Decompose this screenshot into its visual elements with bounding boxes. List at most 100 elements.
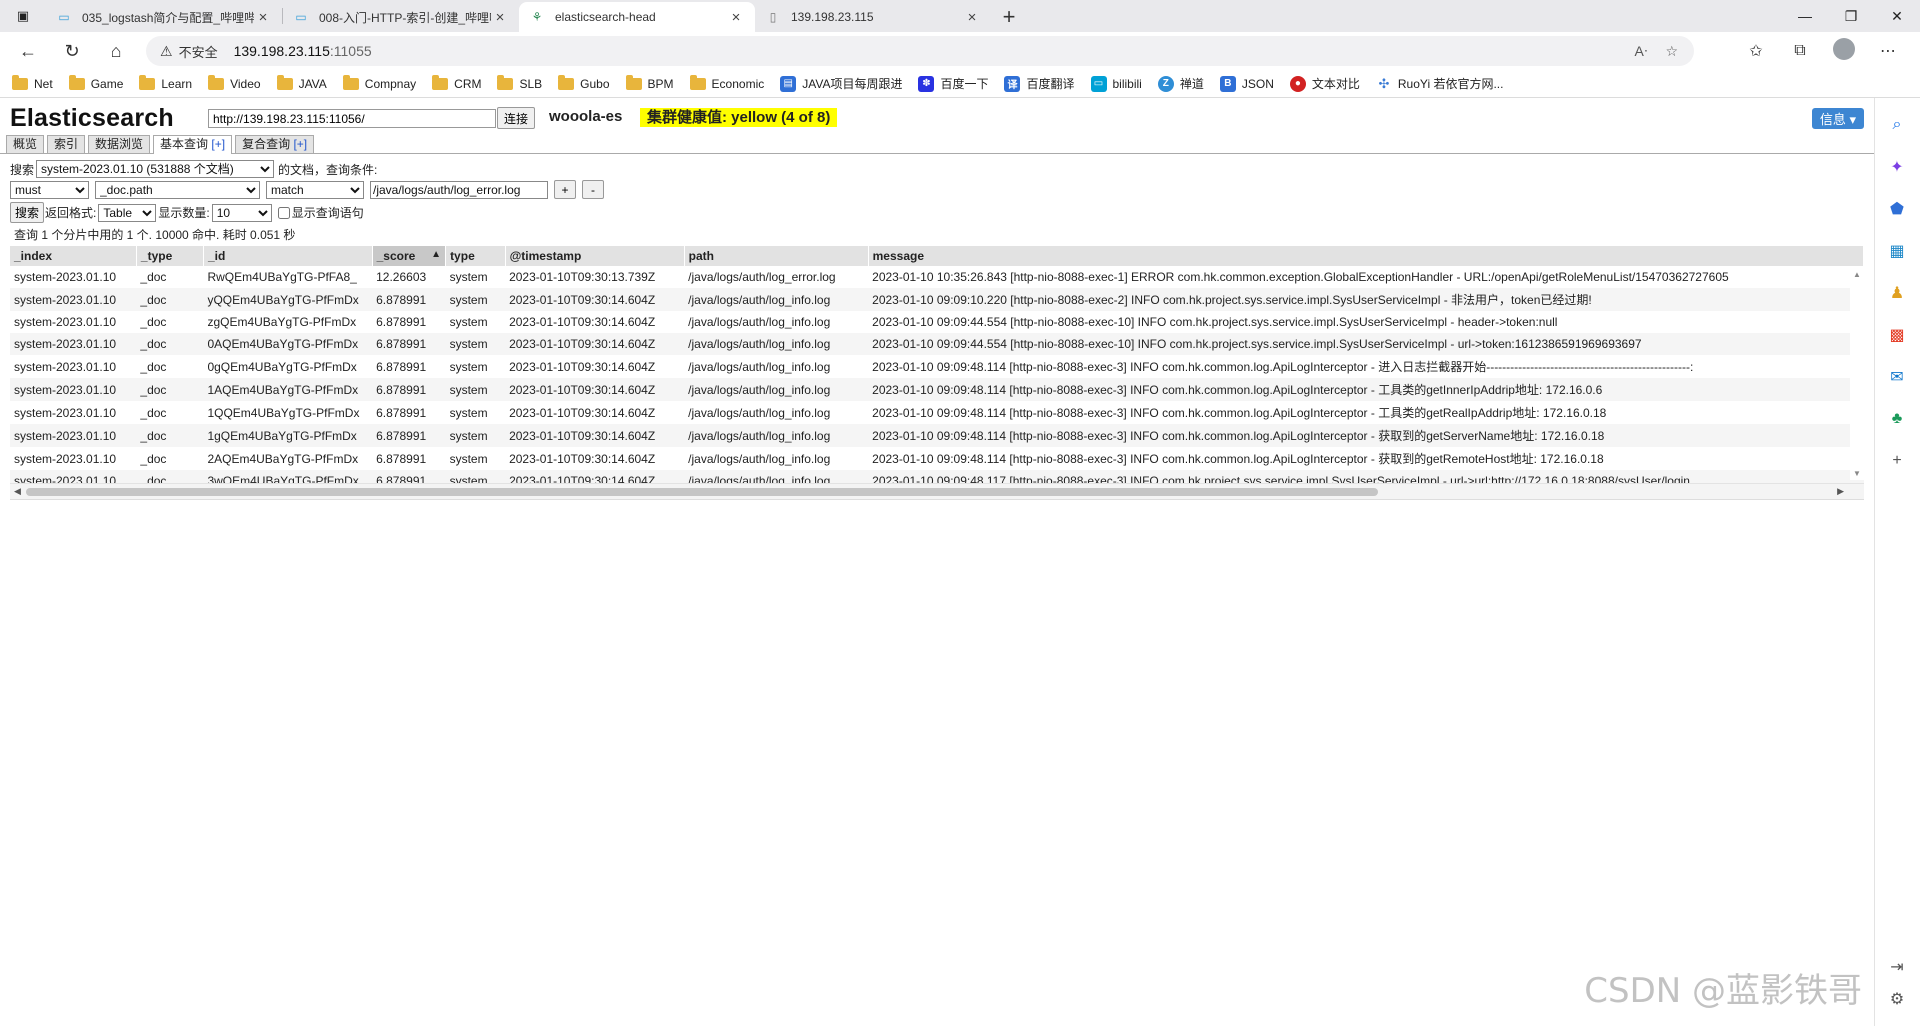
bool-select[interactable]: must xyxy=(10,180,89,199)
table-row[interactable]: system-2023.01.10 _doc 0AQEm4UBaYgTG-PfFmD… xyxy=(10,333,1864,355)
es-connect-url-input[interactable] xyxy=(208,109,496,128)
column-header[interactable]: type xyxy=(445,246,506,266)
scroll-down-icon[interactable]: ▼ xyxy=(1853,469,1861,478)
table-row[interactable]: system-2023.01.10 _doc 1gQEm4UBaYgTG-PfFmD… xyxy=(10,424,1864,447)
close-tab-icon[interactable]: × xyxy=(254,9,272,26)
drop-tree-icon[interactable]: ♣ xyxy=(1886,408,1908,430)
table-row[interactable]: system-2023.01.10 _doc 0gQEm4UBaYgTG-PfFmD… xyxy=(10,355,1864,378)
close-tab-icon[interactable]: × xyxy=(963,9,981,26)
tab-basic-query[interactable]: 基本查询 [+] xyxy=(153,135,233,154)
results-table-container[interactable]: _index _type _id _score ▲ type @timestam… xyxy=(10,246,1864,500)
column-header[interactable]: path xyxy=(684,246,869,266)
bookmark-java-weekly[interactable]: ▤ JAVA项目每周跟进 xyxy=(780,75,902,92)
bookmark-folder-learn[interactable]: Learn xyxy=(139,74,192,91)
index-select[interactable]: system-2023.01.10 (531888 个文档) xyxy=(36,160,275,178)
scroll-up-icon[interactable]: ▲ xyxy=(1853,270,1861,279)
bookmark-folder-net[interactable]: Net xyxy=(12,74,53,91)
column-header[interactable]: @timestamp xyxy=(505,246,685,266)
url-port[interactable]: :11055 xyxy=(330,43,372,59)
tab-indices[interactable]: 索引 xyxy=(47,135,86,153)
column-header[interactable]: _id xyxy=(203,246,373,266)
browser-tab-1[interactable]: ▭ 035_logstash简介与配置_哔哩哔哩 × xyxy=(46,2,282,32)
browser-tab-4[interactable]: ▯ 139.198.23.115 × xyxy=(755,2,991,32)
vertical-scrollbar[interactable]: ▲ ▼ xyxy=(1850,268,1864,480)
bookmark-folder-java[interactable]: JAVA xyxy=(276,74,327,91)
search-button[interactable]: 搜索 xyxy=(10,202,45,223)
table-row[interactable]: system-2023.01.10 _doc 1AQEm4UBaYgTG-PfFmD… xyxy=(10,378,1864,401)
column-header[interactable]: message xyxy=(868,246,1864,266)
bookmark-zentao[interactable]: Z 禅道 xyxy=(1157,75,1204,92)
close-tab-icon[interactable]: × xyxy=(491,9,509,26)
add-clause-button[interactable]: + xyxy=(554,180,576,199)
add-icon[interactable]: + xyxy=(1886,450,1908,472)
tools-icon[interactable]: ▦ xyxy=(1886,240,1908,262)
add-favorite-icon[interactable]: ☆ xyxy=(1665,43,1678,60)
bookmark-ruoyi[interactable]: ✣ RuoYi 若依官方网... xyxy=(1375,75,1503,92)
restore-icon[interactable]: ❐ xyxy=(1828,0,1874,32)
bookmark-json[interactable]: B JSON xyxy=(1219,75,1274,92)
bookmark-text-compare[interactable]: ● 文本对比 xyxy=(1289,75,1360,92)
home-icon[interactable]: ⌂ xyxy=(94,32,138,70)
size-select[interactable]: 10 xyxy=(211,203,272,222)
search-icon[interactable]: ⌕ xyxy=(1886,114,1908,136)
scroll-left-icon[interactable]: ◀ xyxy=(14,486,21,497)
info-menu-button[interactable]: 信息 ▾ xyxy=(1811,108,1864,129)
bookmark-baidu-translate[interactable]: 译百度翻译 xyxy=(1004,75,1075,92)
connect-button[interactable]: 连接 xyxy=(497,107,536,129)
tab-plus[interactable]: [+] xyxy=(211,137,225,151)
bookmark-folder-game[interactable]: Game xyxy=(68,74,123,91)
browser-tab-2[interactable]: ▭ 008-入门-HTTP-索引-创建_哔哩哔哩 × xyxy=(283,2,519,32)
column-header[interactable]: _index xyxy=(10,246,137,266)
bookmark-folder-compnay[interactable]: Compnay xyxy=(342,74,416,91)
shopping-tag-icon[interactable]: ⬟ xyxy=(1886,198,1908,220)
settings-gear-icon[interactable]: ⚙ xyxy=(1886,988,1908,1010)
warning-icon[interactable]: ⚠ xyxy=(160,43,173,60)
browser-tab-3[interactable]: ⚘ elasticsearch-head × xyxy=(519,2,755,32)
more-menu-icon[interactable]: ⋯ xyxy=(1866,41,1910,61)
column-header-sorted[interactable]: _score ▲ xyxy=(372,246,447,266)
new-tab-button[interactable]: + xyxy=(991,2,1027,32)
scroll-right-icon[interactable]: ▶ xyxy=(1837,486,1844,497)
tab-complex-query[interactable]: 复合查询 [+] xyxy=(235,135,315,153)
minimize-icon[interactable]: — xyxy=(1782,0,1828,32)
close-window-icon[interactable]: ✕ xyxy=(1874,0,1920,32)
outlook-icon[interactable]: ✉ xyxy=(1886,366,1908,388)
field-select[interactable]: _doc.path xyxy=(95,180,260,199)
tab-overview[interactable]: 概览 xyxy=(6,135,45,153)
column-header[interactable]: _type xyxy=(136,246,204,266)
back-icon[interactable]: ← xyxy=(6,32,50,70)
table-row[interactable]: system-2023.01.10 _doc 1QQEm4UBaYgTG-PfFmD… xyxy=(10,401,1864,424)
table-row[interactable]: system-2023.01.10 _doc RwQEm4UBaYgTG-PfFA8… xyxy=(10,266,1864,288)
address-bar[interactable]: ⚠ 不安全 139.198.23.115 :11055 Aᐧ ☆ xyxy=(146,36,1694,66)
tab-plus[interactable]: [+] xyxy=(293,137,307,151)
copilot-icon[interactable]: ✦ xyxy=(1886,156,1908,178)
bookmark-baidu[interactable]: ✽ 百度一下 xyxy=(918,75,988,92)
bookmark-folder-slb[interactable]: SLB xyxy=(497,74,542,91)
table-row[interactable]: system-2023.01.10 _doc zgQEm4UBaYgTG-PfFmD… xyxy=(10,311,1864,333)
refresh-icon[interactable]: ↻ xyxy=(50,32,94,70)
format-select[interactable]: Table xyxy=(98,203,157,222)
table-row[interactable]: system-2023.01.10 _doc 2AQEm4UBaYgTG-PfFmD… xyxy=(10,447,1864,470)
tab-actions-icon[interactable]: ▣ xyxy=(0,0,46,32)
query-value-input[interactable] xyxy=(370,180,548,199)
table-row[interactable]: system-2023.01.10 _doc yQQEm4UBaYgTG-PfFmD… xyxy=(10,288,1864,311)
tab-browser[interactable]: 数据浏览 xyxy=(88,135,151,153)
security-label[interactable]: 不安全 xyxy=(179,42,218,61)
bookmark-folder-bpm[interactable]: BPM xyxy=(625,74,674,91)
close-tab-icon[interactable]: × xyxy=(727,9,745,26)
show-query-checkbox[interactable] xyxy=(277,206,290,219)
scrollbar-thumb[interactable] xyxy=(26,488,1378,496)
office-icon[interactable]: ▩ xyxy=(1886,324,1908,346)
bookmark-folder-economic[interactable]: Economic xyxy=(689,74,764,91)
remove-clause-button[interactable]: - xyxy=(582,180,604,199)
read-aloud-icon[interactable]: Aᐧ xyxy=(1635,43,1648,60)
bookmark-folder-gubo[interactable]: Gubo xyxy=(558,74,610,91)
sidebar-hide-icon[interactable]: ⇥ xyxy=(1886,956,1908,978)
collections-icon[interactable]: ⧉ xyxy=(1778,42,1822,60)
games-icon[interactable]: ♟ xyxy=(1886,282,1908,304)
bookmark-folder-crm[interactable]: CRM xyxy=(432,74,481,91)
horizontal-scrollbar[interactable]: ◀ ▶ xyxy=(10,483,1864,499)
bookmark-bilibili[interactable]: ▭ bilibili xyxy=(1090,75,1142,92)
operator-select[interactable]: match xyxy=(266,180,364,199)
favorites-icon[interactable]: ✩ xyxy=(1734,41,1778,61)
